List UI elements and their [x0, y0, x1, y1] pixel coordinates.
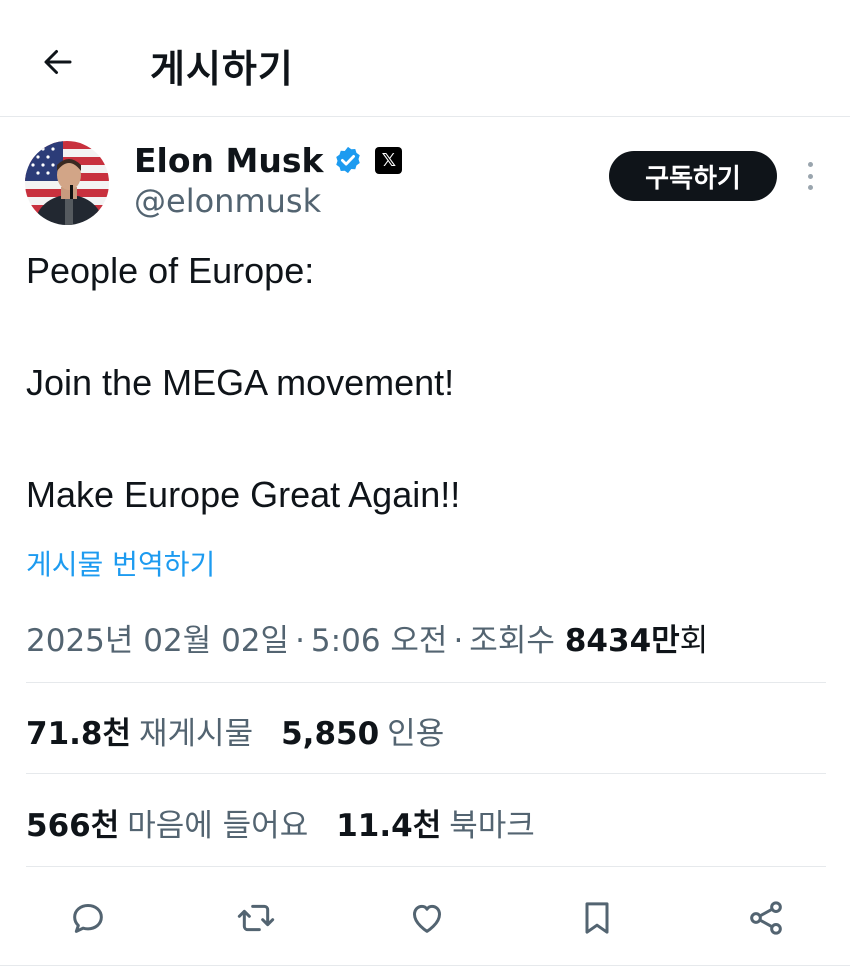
- quotes-count[interactable]: 5,850: [281, 716, 379, 752]
- more-dot: [807, 162, 813, 167]
- divider: [0, 965, 850, 966]
- bookmark-icon: [585, 902, 609, 934]
- share-button[interactable]: [742, 894, 790, 942]
- page-title: 게시하기: [150, 47, 294, 91]
- tweet-text-line: People of Europe:: [26, 250, 315, 291]
- meta-separator: ·: [453, 623, 464, 659]
- author-name-row: Elon Musk 𝕏: [134, 138, 403, 182]
- action-bar: [0, 890, 850, 950]
- post-date[interactable]: 2025년 02월 02일: [26, 615, 289, 660]
- back-button[interactable]: [36, 40, 80, 84]
- bookmarks-label[interactable]: 북마크: [449, 800, 535, 845]
- author-handle[interactable]: @elonmusk: [134, 182, 321, 220]
- divider: [26, 682, 826, 683]
- top-bar: 게시하기: [0, 0, 850, 117]
- more-dot: [807, 185, 813, 190]
- repost-icon: [237, 904, 275, 932]
- divider: [26, 866, 826, 867]
- subscribe-button[interactable]: 구독하기: [609, 151, 777, 201]
- likes-label[interactable]: 마음에 들어요: [127, 800, 308, 845]
- engagement-stats-row: 71.8천 재게시물 5,850 인용: [26, 708, 472, 753]
- views-unit: 만: [651, 623, 680, 659]
- author-name[interactable]: Elon Musk: [134, 141, 323, 180]
- arrow-left-icon: [44, 50, 72, 74]
- more-dot: [807, 173, 813, 179]
- meta-separator: ·: [295, 623, 305, 659]
- divider: [26, 773, 826, 774]
- post-time[interactable]: 5:06 오전: [311, 615, 448, 660]
- repost-button[interactable]: [232, 894, 280, 942]
- bookmark-button[interactable]: [573, 894, 621, 942]
- heart-icon: [413, 904, 441, 933]
- quotes-label[interactable]: 인용: [387, 708, 444, 753]
- avatar[interactable]: [25, 141, 109, 225]
- reposts-label[interactable]: 재게시물: [139, 708, 253, 753]
- like-button[interactable]: [403, 894, 451, 942]
- reply-button[interactable]: [64, 894, 112, 942]
- share-icon: [750, 901, 782, 935]
- likes-count[interactable]: 566천: [26, 800, 119, 845]
- bookmarks-count[interactable]: 11.4천: [336, 800, 441, 845]
- avatar-image: [25, 141, 109, 225]
- translate-post-link[interactable]: 게시물 번역하기: [26, 543, 215, 583]
- more-options-button[interactable]: [797, 158, 823, 194]
- verified-badge-icon[interactable]: [333, 145, 363, 175]
- views-suffix: 회: [679, 623, 709, 659]
- tweet-text-line: Join the MEGA movement!: [26, 362, 455, 403]
- reply-icon: [73, 904, 103, 933]
- x-affiliation-icon[interactable]: 𝕏: [375, 146, 403, 174]
- views-label: 조회수: [469, 623, 555, 659]
- post-meta: 2025년 02월 02일 · 5:06 오전 · 조회수 8434 만 회: [26, 615, 708, 660]
- reposts-count[interactable]: 71.8천: [26, 708, 131, 753]
- engagement-stats-row: 566천 마음에 들어요 11.4천 북마크: [26, 800, 563, 845]
- tweet-text-line: Make Europe Great Again!!: [26, 474, 461, 515]
- views-count: 8434: [564, 623, 652, 659]
